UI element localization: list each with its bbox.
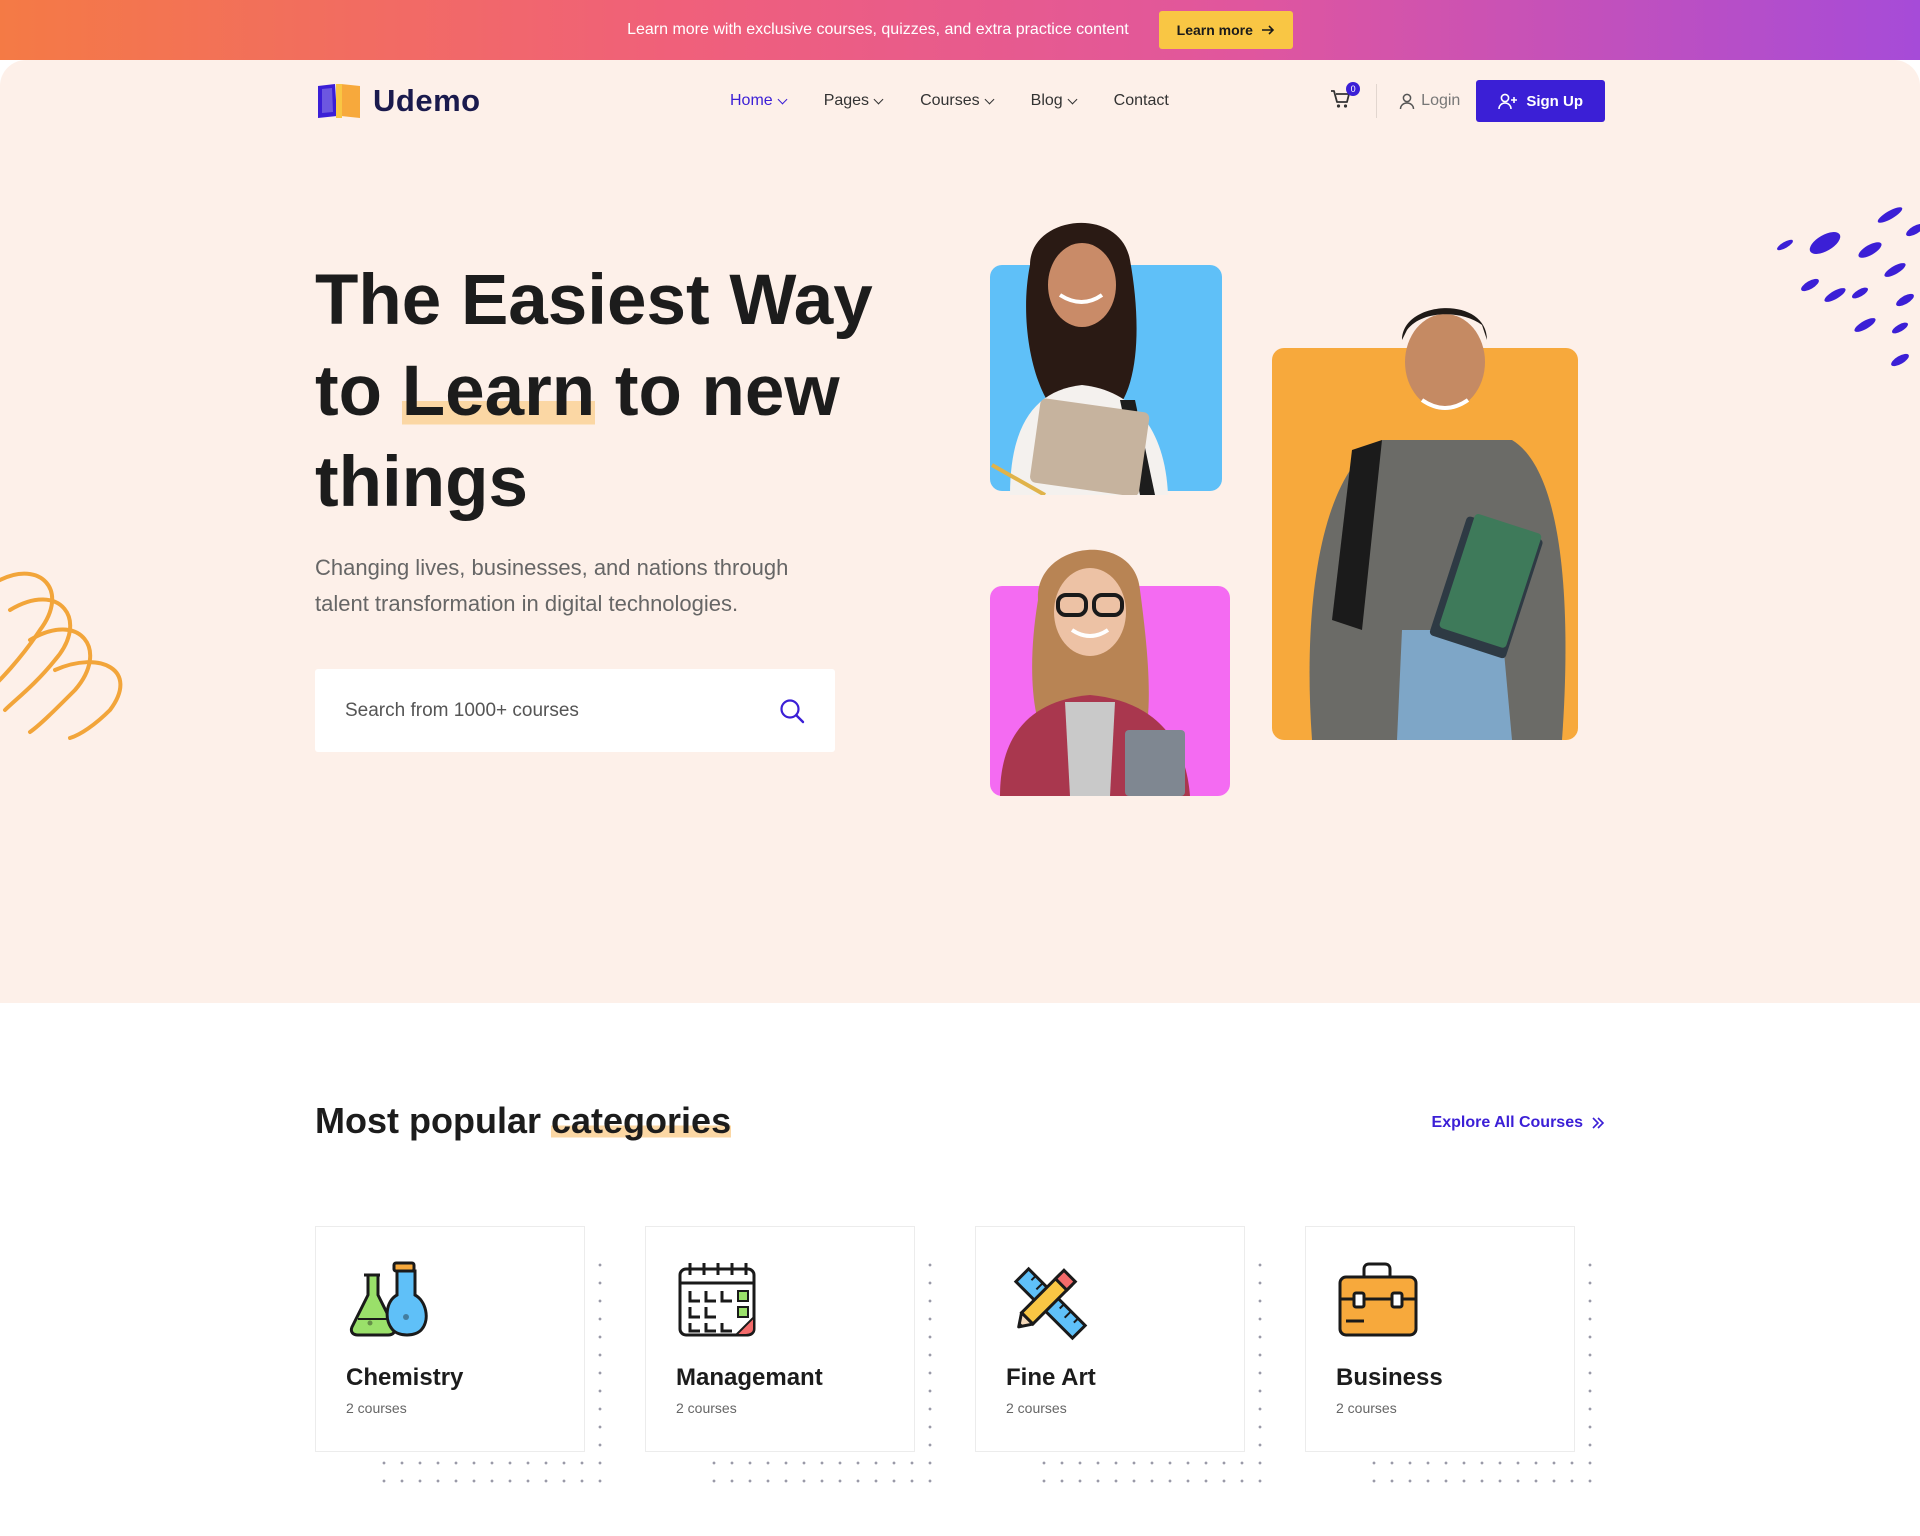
category-card-wrapper: Chemistry 2 courses <box>315 1226 615 1486</box>
logo-text: Udemo <box>373 83 481 118</box>
category-name: Chemistry <box>346 1364 464 1391</box>
hero-title: The Easiest Way to Learn to new things <box>315 255 955 528</box>
hero-title-rest: to new <box>595 352 840 431</box>
nav-item-pages[interactable]: Pages <box>823 92 884 110</box>
student-photo-orange <box>1272 300 1578 740</box>
cart-count-badge: 0 <box>1346 82 1361 96</box>
double-chevron-right-icon <box>1592 1117 1605 1129</box>
category-card-management[interactable]: Managemant 2 courses <box>645 1226 915 1452</box>
nav-label-blog: Blog <box>1030 92 1063 109</box>
user-plus-icon <box>1498 93 1518 109</box>
chevron-down-icon <box>777 94 788 104</box>
hero-title-highlight: Learn <box>401 352 596 431</box>
announcement-bar: Learn more with exclusive courses, quizz… <box>0 0 1920 60</box>
hero-title-line3: things <box>315 443 528 522</box>
logo[interactable]: Udemo <box>315 82 481 120</box>
signup-button[interactable]: Sign Up <box>1476 80 1605 122</box>
explore-all-courses-link[interactable]: Explore All Courses <box>1432 1114 1605 1132</box>
user-icon <box>1399 93 1415 109</box>
pencil-ruler-icon <box>1013 1266 1088 1341</box>
arrow-right-icon <box>1261 25 1275 35</box>
briefcase-icon <box>1338 1262 1418 1337</box>
calendar-icon <box>678 1263 756 1337</box>
category-count: 2 courses <box>1336 1400 1397 1416</box>
category-name: Business <box>1336 1364 1443 1391</box>
cart-button[interactable]: 0 <box>1330 82 1361 114</box>
student-photo-blue <box>990 205 1226 495</box>
nav-label-contact: Contact <box>1113 92 1169 109</box>
category-name: Managemant <box>676 1364 823 1391</box>
nav-actions: 0 Login Sign Up <box>1330 78 1605 124</box>
nav-label-courses: Courses <box>920 92 980 109</box>
nav-item-courses[interactable]: Courses <box>920 92 995 110</box>
nav-item-home[interactable]: Home <box>730 92 788 110</box>
search-icon[interactable] <box>779 698 805 724</box>
hero-title-line1: The Easiest Way <box>315 261 873 340</box>
category-count: 2 courses <box>1006 1400 1067 1416</box>
category-name: Fine Art <box>1006 1364 1096 1391</box>
category-card-business[interactable]: Business 2 courses <box>1305 1226 1575 1452</box>
search-input[interactable]: Search from 1000+ courses <box>345 700 779 722</box>
nav-label-pages: Pages <box>823 92 870 109</box>
categories-title: Most popular categories <box>315 1100 732 1142</box>
category-card-wrapper: Fine Art 2 courses <box>975 1226 1275 1486</box>
login-label: Login <box>1421 92 1461 109</box>
categories-title-plain: Most popular <box>315 1100 551 1141</box>
login-link[interactable]: Login <box>1399 92 1460 110</box>
student-photo-pink <box>990 530 1230 796</box>
chevron-down-icon <box>1067 94 1078 104</box>
category-count: 2 courses <box>676 1400 737 1416</box>
signup-label: Sign Up <box>1526 92 1583 110</box>
nav-menu: Home Pages Courses Blog Contact <box>730 78 1169 124</box>
explore-label: Explore All Courses <box>1431 1114 1583 1131</box>
category-card-fine-art[interactable]: Fine Art 2 courses <box>975 1226 1245 1452</box>
nav-item-blog[interactable]: Blog <box>1030 92 1078 110</box>
announcement-text: Learn more with exclusive courses, quizz… <box>627 21 1129 38</box>
category-card-chemistry[interactable]: Chemistry 2 courses <box>315 1226 585 1452</box>
nav-item-contact[interactable]: Contact <box>1114 92 1169 110</box>
dash-decoration <box>1777 207 1920 367</box>
squiggle-decoration <box>0 571 123 740</box>
chevron-down-icon <box>873 94 884 104</box>
nav-divider <box>1376 84 1378 118</box>
book-logo-icon <box>318 84 360 118</box>
learn-more-button[interactable]: Learn more <box>1158 11 1293 49</box>
learn-more-label: Learn more <box>1176 22 1253 38</box>
hero-section: Udemo Home Pages Courses Blog Contact 0 … <box>0 60 1920 1003</box>
course-search-box[interactable]: Search from 1000+ courses <box>315 669 835 752</box>
main-navigation: Udemo Home Pages Courses Blog Contact 0 … <box>315 78 1605 124</box>
category-count: 2 courses <box>346 1400 407 1416</box>
category-card-wrapper: Managemant 2 courses <box>645 1226 945 1486</box>
chevron-down-icon <box>984 94 995 104</box>
hero-title-to: to <box>315 352 402 431</box>
flask-icon <box>349 1261 428 1337</box>
hero-subtitle: Changing lives, businesses, and nations … <box>315 555 789 616</box>
categories-title-highlight: categories <box>551 1100 732 1141</box>
nav-label-home: Home <box>730 92 773 109</box>
category-card-wrapper: Business 2 courses <box>1305 1226 1605 1486</box>
